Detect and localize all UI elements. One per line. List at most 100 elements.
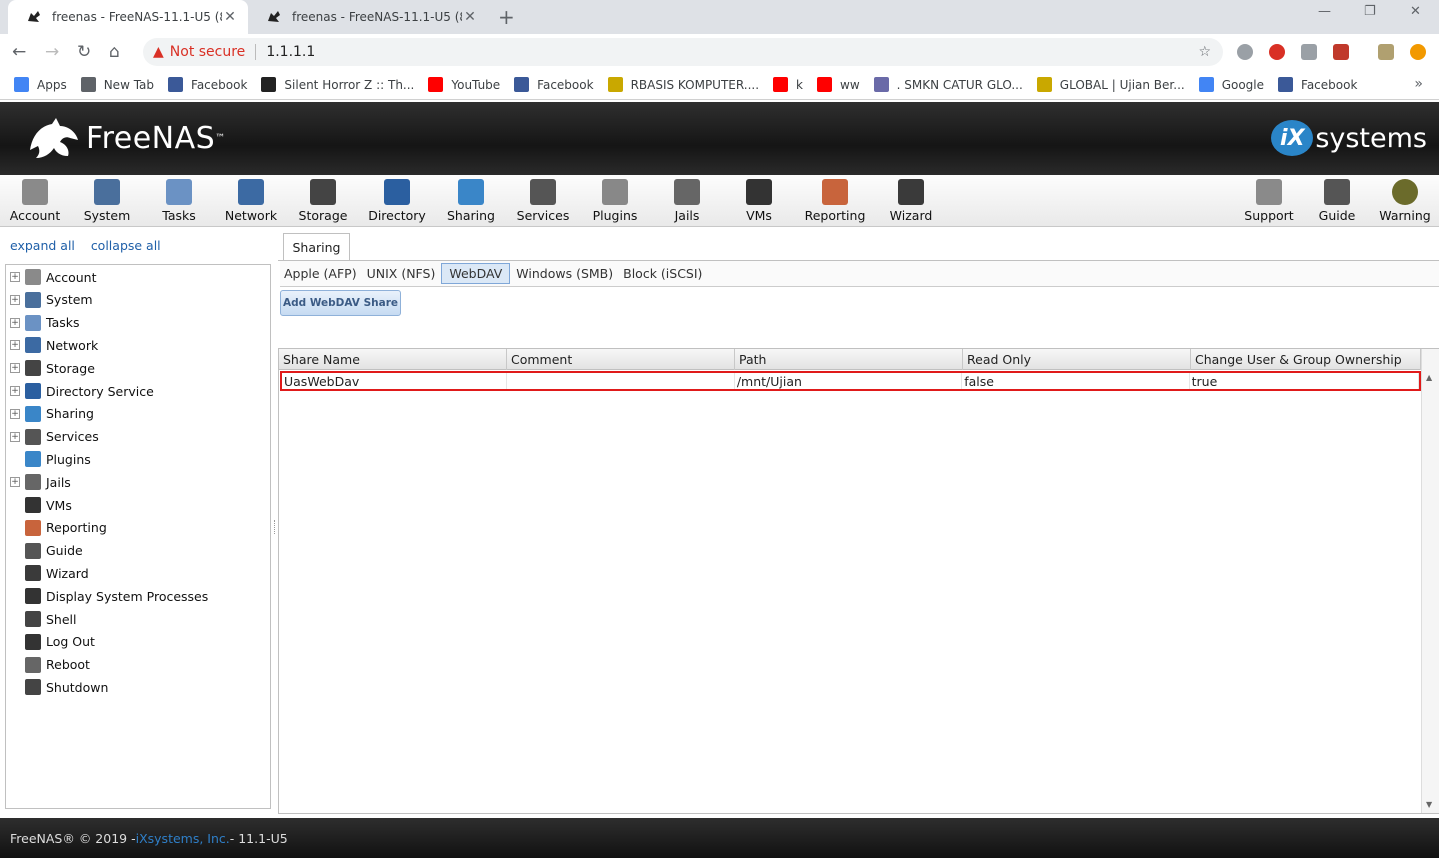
column-header[interactable]: Path bbox=[735, 349, 963, 370]
scroll-down-icon[interactable]: ▼ bbox=[1426, 800, 1432, 809]
url-field[interactable]: ▲ Not secure 1.1.1.1 ☆ bbox=[143, 38, 1223, 66]
profile-extension-icon[interactable] bbox=[1301, 44, 1317, 60]
sidebar-item-vms[interactable]: VMs bbox=[6, 495, 72, 515]
window-close-button[interactable]: ✕ bbox=[1410, 4, 1421, 19]
tab-close-icon[interactable]: ✕ bbox=[222, 9, 238, 25]
subtab-apple-afp[interactable]: Apple (AFP) bbox=[280, 263, 361, 284]
toolbar-wizard-button[interactable]: Wizard bbox=[879, 179, 943, 223]
pocket-extension-icon[interactable] bbox=[1333, 44, 1349, 60]
bookmark-star-icon[interactable]: ☆ bbox=[1198, 44, 1211, 60]
bookmark-item[interactable]: GLOBAL | Ujian Ber... bbox=[1036, 77, 1185, 92]
adblock-extension-icon[interactable] bbox=[1269, 44, 1285, 60]
tab-sharing[interactable]: Sharing bbox=[283, 233, 350, 261]
sidebar-item-system[interactable]: + System bbox=[6, 290, 93, 310]
toolbar-vms-button[interactable]: VMs bbox=[727, 179, 791, 223]
back-arrow-icon[interactable]: ← bbox=[12, 42, 26, 62]
toolbar-directory-button[interactable]: Directory bbox=[365, 179, 429, 223]
bookmark-item[interactable]: Google bbox=[1198, 77, 1264, 92]
sidebar-item-tasks[interactable]: + Tasks bbox=[6, 313, 80, 333]
table-row[interactable]: UasWebDav/mnt/Ujian false true bbox=[280, 371, 1421, 391]
browser-tab-active[interactable]: freenas - FreeNAS-11.1-U5 (8e2a ✕ bbox=[8, 0, 248, 34]
ixsystems-link[interactable]: iXsystems, Inc. bbox=[136, 831, 230, 846]
expand-toggle-icon[interactable]: + bbox=[10, 294, 20, 305]
toolbar-support-button[interactable]: Support bbox=[1237, 179, 1301, 223]
security-status[interactable]: Not secure bbox=[170, 44, 246, 60]
expand-toggle-icon[interactable]: + bbox=[10, 340, 20, 351]
column-header[interactable]: Share Name bbox=[279, 349, 507, 370]
sidebar-item-display-system-processes[interactable]: Display System Processes bbox=[6, 586, 208, 606]
sidebar-item-shutdown[interactable]: Shutdown bbox=[6, 677, 108, 697]
sidebar-item-directory-service[interactable]: + Directory Service bbox=[6, 381, 154, 401]
add-webdav-share-button[interactable]: Add WebDAV Share bbox=[280, 290, 401, 316]
bookmark-item[interactable]: Silent Horror Z :: Th... bbox=[261, 77, 414, 92]
bookmark-item[interactable]: YouTube bbox=[428, 77, 500, 92]
subtab-webdav[interactable]: WebDAV bbox=[441, 263, 511, 284]
sidebar-item-storage[interactable]: + Storage bbox=[6, 358, 95, 378]
toolbar-warning-button[interactable]: Warning bbox=[1373, 179, 1437, 223]
reload-icon[interactable]: ↻ bbox=[77, 42, 91, 62]
minimize-button[interactable]: — bbox=[1318, 4, 1331, 19]
puzzle-extension-icon[interactable] bbox=[1378, 44, 1394, 60]
bookmark-item[interactable]: Facebook bbox=[168, 77, 247, 92]
sidebar-item-shell[interactable]: Shell bbox=[6, 609, 77, 629]
toolbar-network-button[interactable]: Network bbox=[219, 179, 283, 223]
toolbar-tasks-button[interactable]: Tasks bbox=[147, 179, 211, 223]
bookmark-item[interactable]: Facebook bbox=[1278, 77, 1357, 92]
toolbar-guide-button[interactable]: Guide bbox=[1305, 179, 1369, 223]
expand-toggle-icon[interactable]: + bbox=[10, 408, 20, 419]
column-header[interactable]: Read Only bbox=[963, 349, 1191, 370]
new-tab-button[interactable]: + bbox=[498, 5, 515, 29]
globe-extension-icon[interactable] bbox=[1237, 44, 1253, 60]
sidebar-item-jails[interactable]: + Jails bbox=[6, 472, 71, 492]
sidebar-item-plugins[interactable]: Plugins bbox=[6, 449, 91, 469]
bookmark-item[interactable]: ww bbox=[817, 77, 860, 92]
sidebar-item-log-out[interactable]: Log Out bbox=[6, 632, 95, 652]
column-header[interactable]: Comment bbox=[507, 349, 735, 370]
bookmark-item[interactable]: New Tab bbox=[80, 77, 154, 92]
browser-tab[interactable]: freenas - FreeNAS-11.1-U5 (8e2a ✕ bbox=[248, 0, 488, 34]
toolbar-services-button[interactable]: Services bbox=[511, 179, 575, 223]
bookmarks-overflow-icon[interactable]: » bbox=[1414, 76, 1423, 92]
toolbar-storage-button[interactable]: Storage bbox=[291, 179, 355, 223]
expand-toggle-icon[interactable]: + bbox=[10, 477, 20, 488]
sidebar-item-account[interactable]: + Account bbox=[6, 267, 96, 287]
toolbar-jails-button[interactable]: Jails bbox=[655, 179, 719, 223]
sidebar-item-sharing[interactable]: + Sharing bbox=[6, 404, 94, 424]
forward-arrow-icon[interactable]: → bbox=[45, 42, 59, 62]
sidebar-item-guide[interactable]: Guide bbox=[6, 541, 83, 561]
expand-all-link[interactable]: expand all bbox=[10, 238, 75, 253]
update-alert-icon[interactable] bbox=[1410, 44, 1426, 60]
panel-splitter-handle[interactable] bbox=[274, 520, 276, 534]
expand-toggle-icon[interactable]: + bbox=[10, 272, 20, 282]
bookmark-item[interactable]: k bbox=[773, 77, 803, 92]
toolbar-system-button[interactable]: System bbox=[75, 179, 139, 223]
toolbar-plugins-button[interactable]: Plugins bbox=[583, 179, 647, 223]
bookmark-item[interactable]: . SMKN CATUR GLO... bbox=[873, 77, 1023, 92]
bookmark-item[interactable]: Apps bbox=[14, 77, 67, 92]
toolbar-reporting-button[interactable]: Reporting bbox=[803, 179, 867, 223]
bookmark-item[interactable]: Facebook bbox=[514, 77, 594, 92]
scroll-up-icon[interactable]: ▲ bbox=[1426, 373, 1432, 382]
expand-toggle-icon[interactable]: + bbox=[10, 431, 20, 442]
expand-toggle-icon[interactable]: + bbox=[10, 363, 20, 374]
collapse-all-link[interactable]: collapse all bbox=[91, 238, 161, 253]
expand-toggle-icon[interactable]: + bbox=[10, 386, 20, 396]
subtab-windows-smb[interactable]: Windows (SMB) bbox=[512, 263, 617, 284]
toolbar-sharing-button[interactable]: Sharing bbox=[439, 179, 503, 223]
table-scrollbar[interactable]: ▲ ▼ bbox=[1421, 349, 1439, 813]
sidebar-item-wizard[interactable]: Wizard bbox=[6, 563, 89, 583]
sidebar-item-reboot[interactable]: Reboot bbox=[6, 655, 90, 675]
subtab-unix-nfs[interactable]: UNIX (NFS) bbox=[363, 263, 440, 284]
toolbar-account-button[interactable]: Account bbox=[3, 179, 67, 223]
restore-button[interactable]: ❐ bbox=[1364, 4, 1376, 19]
sidebar-item-reporting[interactable]: Reporting bbox=[6, 518, 107, 538]
subtab-block-iscsi[interactable]: Block (iSCSI) bbox=[619, 263, 706, 284]
url-text[interactable]: 1.1.1.1 bbox=[266, 44, 315, 60]
home-icon[interactable]: ⌂ bbox=[109, 42, 120, 62]
sidebar-item-network[interactable]: + Network bbox=[6, 335, 98, 355]
expand-toggle-icon[interactable]: + bbox=[10, 317, 20, 328]
tab-close-icon[interactable]: ✕ bbox=[462, 9, 478, 25]
column-header[interactable]: Change User & Group Ownership bbox=[1191, 349, 1421, 370]
sidebar-item-services[interactable]: + Services bbox=[6, 427, 99, 447]
bookmark-item[interactable]: RBASIS KOMPUTER.... bbox=[607, 77, 759, 92]
